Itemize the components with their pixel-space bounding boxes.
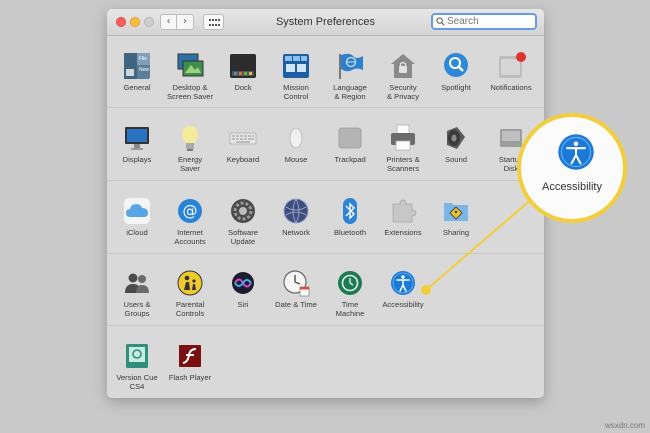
time-machine-icon [338,271,362,295]
pref-label: Date & Time [275,300,317,309]
pref-label: Flash Player [168,373,212,382]
accessibility-callout: Accessibility [517,113,627,223]
magnifier-icon [444,53,468,77]
house-lock-icon [391,54,415,78]
trackpad-icon [338,127,362,149]
flag-icon [339,53,363,79]
version-cue-icon [126,344,148,368]
row-separator [107,253,544,254]
mouse-icon [289,127,303,149]
svg-text:New: New [139,67,149,73]
pref-label: Mouse [284,155,308,164]
title-bar: ‹ › System Preferences [107,9,544,36]
accessibility-icon [558,134,594,170]
clock-icon [283,270,310,297]
pref-label: Mission Control [283,83,309,101]
mission-control-icon [283,54,309,78]
pref-label: Accessibility [382,300,424,309]
lightbulb-icon [182,126,198,151]
pref-label: Network [282,228,310,237]
search-icon [436,17,445,26]
callout-anchor-dot [421,285,431,295]
watermark: wsxdn.com [605,421,646,430]
users-icon [125,273,149,293]
speaker-icon [447,127,465,149]
siri-icon [232,272,254,294]
search-input[interactable] [447,15,533,28]
parental-icon [177,270,203,296]
at-icon: @ [178,199,202,223]
svg-text:File: File [139,56,147,62]
svg-text:@: @ [183,202,198,220]
system-preferences-window: ‹ › System Preferences Search File New G… [107,9,544,398]
printer-icon [391,124,415,151]
pref-label: Sound [445,155,467,164]
desktop-icon [177,53,204,77]
pref-label: Sharing [442,228,470,237]
folder-sign-icon [444,203,468,221]
search-field[interactable] [431,13,537,30]
row-separator [107,325,544,326]
cloud-icon [124,198,150,224]
monitor-icon [125,127,149,150]
row-separator [107,107,544,108]
pref-label: Notifications [490,83,532,92]
general-icon: File New [124,53,150,79]
callout-label: Accessibility [542,181,602,193]
keyboard-icon [229,132,257,145]
dock-icon [230,54,256,78]
pref-label: Spotlight [441,83,471,92]
accessibility-icon [391,271,415,295]
puzzle-icon [392,199,417,223]
globe-icon [283,198,309,224]
flash-icon [179,345,201,367]
notifications-icon [499,52,526,78]
gear-icon [231,199,255,223]
row-separator [107,180,544,181]
bluetooth-icon [343,198,357,224]
